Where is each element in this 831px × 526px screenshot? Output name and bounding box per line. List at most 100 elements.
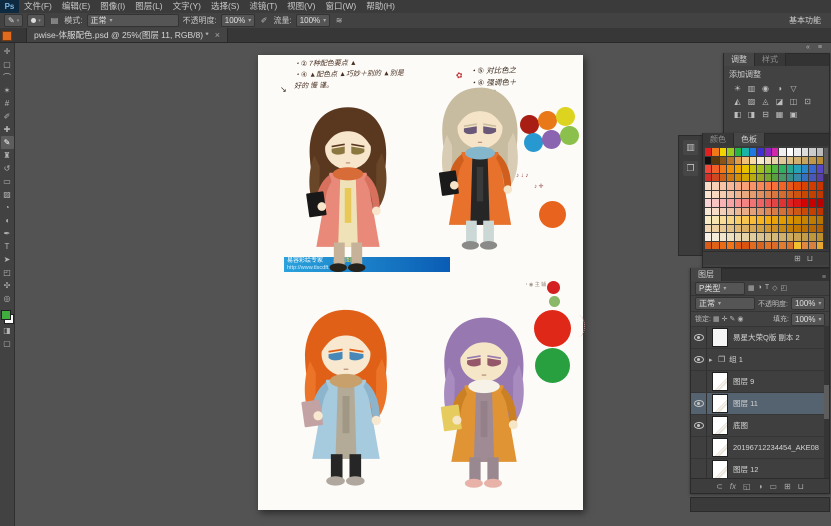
- swatch[interactable]: [809, 174, 815, 182]
- swatch[interactable]: [765, 216, 771, 224]
- swatch[interactable]: [787, 174, 793, 182]
- swatch[interactable]: [750, 242, 756, 250]
- new-layer-icon[interactable]: ⊞: [784, 482, 791, 491]
- swatch[interactable]: [705, 199, 711, 207]
- menu-item-5[interactable]: 选择(S): [206, 0, 244, 13]
- layer-filter-select[interactable]: P类型: [695, 282, 745, 295]
- swatch[interactable]: [772, 225, 778, 233]
- lasso-tool[interactable]: ⌒: [1, 71, 14, 84]
- filter-icon[interactable]: T: [765, 284, 769, 292]
- menu-item-4[interactable]: 文字(Y): [168, 0, 206, 13]
- swatch[interactable]: [742, 233, 748, 241]
- swatch[interactable]: [742, 208, 748, 216]
- delete-swatch-icon[interactable]: ⊔: [807, 254, 813, 263]
- eyedropper-tool[interactable]: ✐: [1, 110, 14, 123]
- swatch[interactable]: [757, 199, 763, 207]
- swatch[interactable]: [742, 182, 748, 190]
- swatch[interactable]: [705, 208, 711, 216]
- swatch[interactable]: [765, 233, 771, 241]
- swatch[interactable]: [817, 199, 823, 207]
- swatch[interactable]: [765, 199, 771, 207]
- swatch[interactable]: [712, 233, 718, 241]
- swatch[interactable]: [727, 148, 733, 156]
- swatch[interactable]: [712, 157, 718, 165]
- adjustment-icon[interactable]: ⊡: [802, 96, 813, 107]
- layer-visibility-toggle[interactable]: [691, 327, 707, 348]
- swatch[interactable]: [765, 225, 771, 233]
- adjustment-icon[interactable]: ▨: [746, 96, 757, 107]
- swatch[interactable]: [817, 208, 823, 216]
- swatch[interactable]: [705, 174, 711, 182]
- collapse-dock-icon[interactable]: «: [806, 44, 810, 51]
- shape-tool[interactable]: ◰: [1, 266, 14, 279]
- swatch[interactable]: [817, 191, 823, 199]
- pen-tool[interactable]: ✒: [1, 227, 14, 240]
- adjustment-icon[interactable]: ◉: [760, 83, 771, 94]
- swatch[interactable]: [817, 242, 823, 250]
- menu-item-1[interactable]: 编辑(E): [57, 0, 95, 13]
- adjustment-layer-icon[interactable]: ◑: [758, 482, 763, 491]
- swatch[interactable]: [757, 216, 763, 224]
- swatch[interactable]: [720, 225, 726, 233]
- airbrush-icon[interactable]: ≋: [334, 16, 345, 25]
- adjustment-icon[interactable]: ▣: [788, 109, 799, 120]
- swatch[interactable]: [779, 148, 785, 156]
- layer-visibility-toggle[interactable]: [691, 437, 707, 458]
- swatch[interactable]: [735, 199, 741, 207]
- swatch[interactable]: [765, 242, 771, 250]
- swatch[interactable]: [727, 174, 733, 182]
- workspace-switcher[interactable]: 基本功能: [783, 15, 827, 26]
- swatch[interactable]: [779, 216, 785, 224]
- swatch[interactable]: [705, 182, 711, 190]
- swatch[interactable]: [794, 148, 800, 156]
- swatch[interactable]: [705, 225, 711, 233]
- layer-row[interactable]: 图层 11: [691, 393, 829, 415]
- toggle-brush-panel-icon[interactable]: ▤: [49, 16, 61, 25]
- swatch[interactable]: [735, 208, 741, 216]
- layer-row[interactable]: 图层 12: [691, 459, 829, 478]
- blur-tool[interactable]: ◔: [1, 201, 14, 214]
- swatch[interactable]: [757, 174, 763, 182]
- swatch[interactable]: [817, 233, 823, 241]
- swatch[interactable]: [720, 199, 726, 207]
- clone-stamp-tool[interactable]: ♜: [1, 149, 14, 162]
- blend-mode-select[interactable]: 正常: [87, 14, 179, 27]
- layer-visibility-toggle[interactable]: [691, 393, 707, 414]
- dock-menu-icon[interactable]: ≡: [818, 44, 822, 51]
- layer-row[interactable]: 底图: [691, 415, 829, 437]
- layer-mask-icon[interactable]: ◱: [743, 482, 751, 491]
- adjustment-icon[interactable]: ◪: [774, 96, 785, 107]
- swatch[interactable]: [735, 191, 741, 199]
- swatch[interactable]: [787, 157, 793, 165]
- swatch[interactable]: [727, 157, 733, 165]
- swatch[interactable]: [750, 165, 756, 173]
- lock-icon[interactable]: ✛: [722, 315, 728, 323]
- tool-preset-picker[interactable]: ✎▾: [4, 14, 23, 27]
- new-swatch-icon[interactable]: ⊞: [794, 254, 801, 263]
- swatch[interactable]: [809, 148, 815, 156]
- swatch[interactable]: [802, 233, 808, 241]
- swatch[interactable]: [817, 165, 823, 173]
- swatch[interactable]: [809, 199, 815, 207]
- swatch[interactable]: [765, 157, 771, 165]
- swatch[interactable]: [735, 174, 741, 182]
- swatch[interactable]: [809, 191, 815, 199]
- filter-icon[interactable]: ◰: [781, 284, 788, 292]
- swatch[interactable]: [712, 242, 718, 250]
- swatch[interactable]: [817, 174, 823, 182]
- swatch[interactable]: [779, 157, 785, 165]
- swatch[interactable]: [772, 148, 778, 156]
- swatch[interactable]: [750, 233, 756, 241]
- swatch[interactable]: [735, 242, 741, 250]
- swatch[interactable]: [757, 208, 763, 216]
- swatch[interactable]: [779, 242, 785, 250]
- swatch[interactable]: [727, 216, 733, 224]
- swatch[interactable]: [720, 165, 726, 173]
- swatch[interactable]: [772, 165, 778, 173]
- swatch[interactable]: [712, 182, 718, 190]
- adjustment-icon[interactable]: ◭: [732, 96, 743, 107]
- tab-layers[interactable]: 图层: [691, 268, 722, 281]
- swatch[interactable]: [705, 148, 711, 156]
- layer-row[interactable]: ▸❐组 1: [691, 349, 829, 371]
- swatch[interactable]: [720, 148, 726, 156]
